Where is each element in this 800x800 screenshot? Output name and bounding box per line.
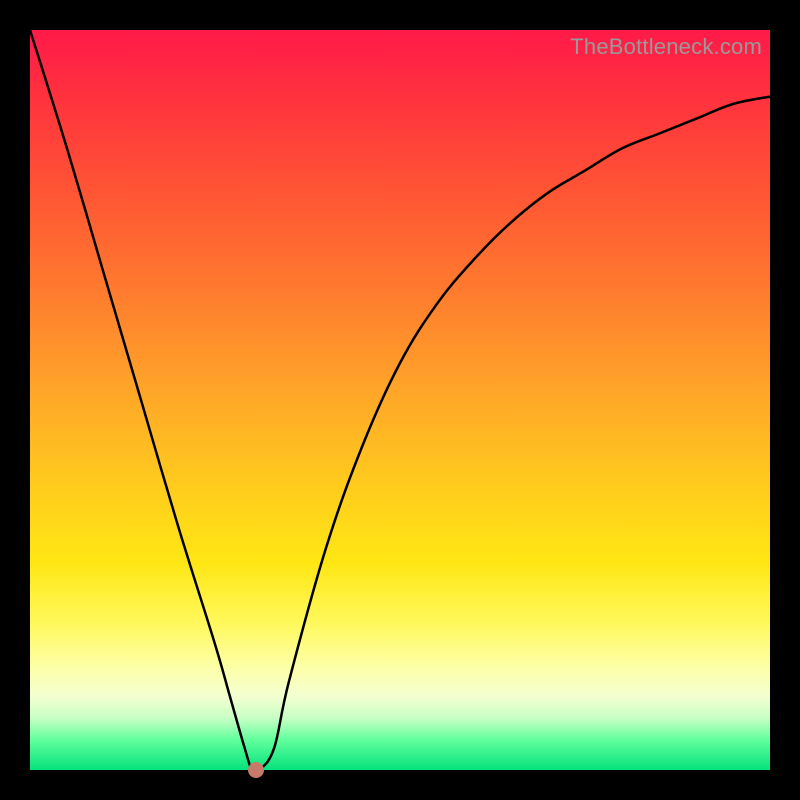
plot-area: TheBottleneck.com [30, 30, 770, 770]
chart-frame: TheBottleneck.com [0, 0, 800, 800]
bottleneck-curve [30, 30, 770, 770]
optimal-point-marker [248, 762, 264, 778]
